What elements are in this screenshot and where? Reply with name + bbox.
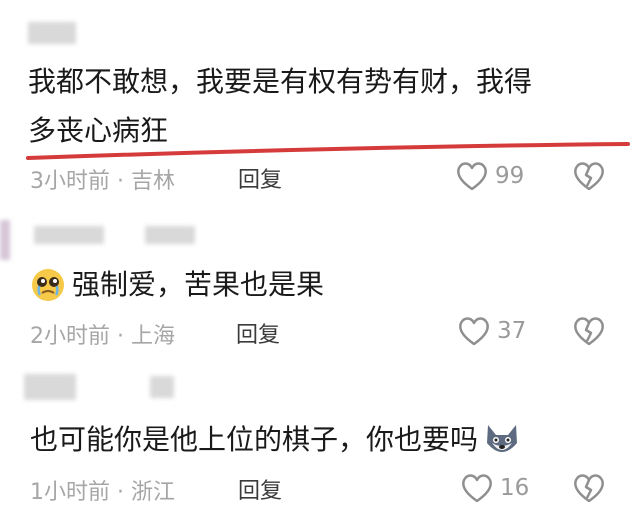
username-blurred <box>34 226 104 244</box>
comment-meta: 2小时前 · 上海 <box>30 318 175 350</box>
username-blurred <box>150 376 174 398</box>
meta-separator: · <box>117 480 124 505</box>
reply-button[interactable]: 回复 <box>238 473 282 505</box>
pleading-face-emoji <box>32 269 64 301</box>
like-button[interactable]: 99 <box>455 160 524 192</box>
comment-time: 1小时前 <box>30 480 110 505</box>
comment-location: 浙江 <box>131 480 176 505</box>
meta-separator: · <box>117 169 124 194</box>
broken-heart-icon[interactable] <box>572 315 606 347</box>
reply-button[interactable]: 回复 <box>238 162 282 194</box>
comment-text-line: 强制爱，苦果也是果 <box>72 268 325 301</box>
comment-meta: 3小时前 · 吉林 <box>30 163 175 195</box>
wolf-face-emoji <box>487 425 518 452</box>
reply-button[interactable]: 回复 <box>236 317 280 349</box>
username-blurred <box>28 22 76 44</box>
comment-text: 也可能你是他上位的棋子，你也要吗 <box>30 420 522 460</box>
like-button[interactable]: 16 <box>460 472 529 504</box>
comment-text-line: 也可能你是他上位的棋子，你也要吗 <box>30 423 479 456</box>
like-button[interactable]: 37 <box>457 315 526 347</box>
heart-outline-icon <box>462 474 492 503</box>
username-blurred <box>24 374 76 400</box>
broken-heart-icon[interactable] <box>572 160 606 192</box>
heart-outline-icon <box>459 317 489 346</box>
comment-text-line: 我都不敢想，我要是有权有势有财，我得 <box>28 65 533 98</box>
avatar-blurred <box>0 220 10 260</box>
comment-meta: 1小时前 · 浙江 <box>30 474 175 506</box>
like-count: 37 <box>497 318 527 344</box>
meta-separator: · <box>117 324 124 349</box>
comment-time: 3小时前 <box>30 169 110 194</box>
comment-location: 上海 <box>131 324 176 349</box>
like-count: 99 <box>495 163 525 189</box>
comment-location: 吉林 <box>131 169 176 194</box>
like-count: 16 <box>500 475 530 501</box>
broken-heart-icon[interactable] <box>572 472 606 504</box>
comment-time: 2小时前 <box>30 324 110 349</box>
heart-outline-icon <box>457 162 487 191</box>
username-blurred <box>145 226 195 244</box>
comment-text: 强制爱，苦果也是果 <box>30 265 324 305</box>
